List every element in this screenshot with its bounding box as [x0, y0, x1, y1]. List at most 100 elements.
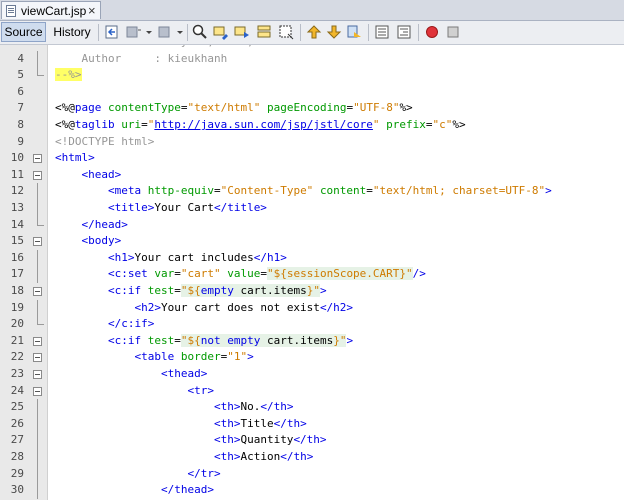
code-text: <title>Your Cart</title>: [107, 201, 267, 214]
fold-toggle-icon[interactable]: [33, 170, 42, 180]
forward-icon[interactable]: [157, 24, 173, 40]
fold-toggle-icon[interactable]: [33, 154, 42, 164]
code-line[interactable]: 12 <meta http-equiv="Content-Type" conte…: [0, 183, 624, 200]
uncomment-icon[interactable]: [396, 24, 412, 40]
find-next-icon[interactable]: [234, 24, 250, 40]
fold-toggle-icon[interactable]: [33, 370, 42, 379]
code-line[interactable]: 5 --%>: [0, 67, 624, 84]
code-text: <body>: [81, 234, 122, 248]
fold-toggle-icon[interactable]: [33, 336, 42, 346]
code-line[interactable]: 21 <c:if test="${not empty cart.items}">: [0, 333, 624, 350]
line-number: 15: [10, 234, 24, 248]
comment-icon[interactable]: [374, 24, 390, 40]
code-line[interactable]: 24 <tr>: [0, 383, 624, 400]
code-editor[interactable]: 3 Created on : May 17, 2021, 10:00:07 PM…: [0, 45, 624, 500]
back-icon[interactable]: [125, 24, 141, 40]
code-text: </c:if>: [107, 317, 155, 331]
line-number: 4: [17, 51, 24, 65]
fold-toggle-icon[interactable]: [33, 386, 42, 396]
code-line[interactable]: 27 <th>Quantity</th>: [0, 432, 624, 449]
toggle-bookmark-icon[interactable]: [346, 24, 362, 40]
fold-toggle-icon[interactable]: [33, 353, 42, 363]
line-number: 14: [10, 217, 24, 231]
code-line[interactable]: 26 <th>Title</th>: [0, 415, 624, 433]
code-text: <h1>Your cart includes</h1>: [107, 250, 287, 264]
code-line[interactable]: 8 <%@taglib uri="http://java.sun.com/jsp/…: [0, 117, 624, 134]
source-tab-button[interactable]: Source: [1, 22, 46, 42]
chevron-down-icon[interactable]: [176, 24, 184, 40]
code-text: <th>Quantity</th>: [213, 433, 327, 447]
line-number: 28: [10, 450, 24, 463]
code-line[interactable]: 16 <h1>Your cart includes</h1>: [0, 249, 624, 267]
line-number: 26: [10, 416, 24, 430]
chevron-down-icon[interactable]: [145, 24, 153, 40]
code-text: <c:if test="${not empty cart.items}">: [107, 333, 354, 347]
stop-macro-icon[interactable]: [445, 24, 461, 40]
code-text: <h2>Your cart does not exist</h2>: [134, 300, 354, 314]
fold-guide-end: [37, 216, 44, 226]
code-text: <%@page contentType="text/html" pageEnco…: [55, 101, 413, 115]
find-previous-icon[interactable]: [213, 24, 229, 40]
shift-left-icon[interactable]: [306, 24, 322, 40]
line-number: 21: [10, 333, 24, 347]
toggle-rectangular-icon[interactable]: [278, 24, 294, 40]
code-line[interactable]: 13 <title>Your Cart</title>: [0, 200, 624, 217]
last-edit-icon[interactable]: [104, 24, 120, 40]
toolbar-separator: [98, 24, 99, 41]
code-text: <head>: [81, 167, 122, 181]
code-text: <table border="1">: [134, 350, 254, 364]
fold-toggle-icon[interactable]: [33, 237, 42, 247]
code-text: </tr>: [187, 466, 221, 480]
code-text: --%>: [55, 68, 82, 82]
line-number: 7: [17, 101, 24, 115]
line-number: 30: [10, 483, 24, 497]
fold-guide: [37, 415, 38, 433]
code-line[interactable]: 25 <th>No.</th>: [0, 399, 624, 416]
fold-guide: [37, 183, 38, 200]
line-number: 22: [10, 350, 24, 364]
line-number: 12: [10, 184, 24, 198]
toolbar-separator: [300, 24, 301, 41]
line-number: 10: [10, 151, 24, 165]
close-tab-icon[interactable]: ×: [88, 3, 96, 18]
code-line[interactable]: 4 Author : kieukhanh: [0, 50, 624, 68]
start-macro-icon[interactable]: [424, 24, 440, 40]
find-selection-icon[interactable]: [192, 24, 208, 40]
code-line[interactable]: 18 <c:if test="${empty cart.items}">: [0, 283, 624, 300]
code-line[interactable]: 14 </head>: [0, 216, 624, 234]
code-line[interactable]: 10 <html>: [0, 150, 624, 167]
code-text: <c:set var="cart" value="${sessionScope.…: [107, 267, 426, 281]
fold-guide: [37, 399, 38, 416]
code-text: </thead>: [160, 483, 214, 497]
line-number: 9: [17, 134, 24, 148]
shift-right-icon[interactable]: [326, 24, 342, 40]
code-line[interactable]: 11 <head>: [0, 167, 624, 184]
code-line[interactable]: 17 <c:set var="cart" value="${sessionSco…: [0, 266, 624, 283]
code-text: <th>No.</th>: [213, 400, 294, 414]
code-line[interactable]: 20 </c:if>: [0, 316, 624, 333]
line-number: 17: [10, 267, 24, 281]
toolbar-separator: [418, 24, 419, 41]
line-number: 24: [10, 383, 24, 397]
tab-viewcart-jsp[interactable]: viewCart.jsp ×: [1, 1, 101, 19]
code-line[interactable]: 28 <th>Action</th>: [0, 449, 624, 466]
fold-guide: [37, 200, 38, 217]
code-line[interactable]: 9 <!DOCTYPE html>: [0, 134, 624, 151]
code-line[interactable]: 30 </thead>: [0, 482, 624, 499]
editor-toolbar: Source History: [0, 21, 624, 45]
code-text: <meta http-equiv="Content-Type" content=…: [107, 184, 552, 198]
fold-guide: [37, 249, 38, 267]
history-tab-button[interactable]: History: [50, 22, 94, 42]
code-line[interactable]: 19 <h2>Your cart does not exist</h2>: [0, 299, 624, 317]
code-text: <tr>: [187, 383, 214, 397]
fold-guide: [37, 465, 38, 483]
code-line[interactable]: 23 <thead>: [0, 366, 624, 383]
code-line[interactable]: 29 </tr>: [0, 465, 624, 483]
code-line[interactable]: 22 <table border="1">: [0, 349, 624, 366]
code-line[interactable]: 7 <%@page contentType="text/html" pageEnc…: [0, 100, 624, 117]
fold-guide: [37, 482, 38, 499]
toggle-highlight-icon[interactable]: [256, 24, 272, 40]
code-line[interactable]: 6: [0, 84, 624, 101]
code-line[interactable]: 15 <body>: [0, 233, 624, 250]
fold-toggle-icon[interactable]: [33, 287, 42, 296]
